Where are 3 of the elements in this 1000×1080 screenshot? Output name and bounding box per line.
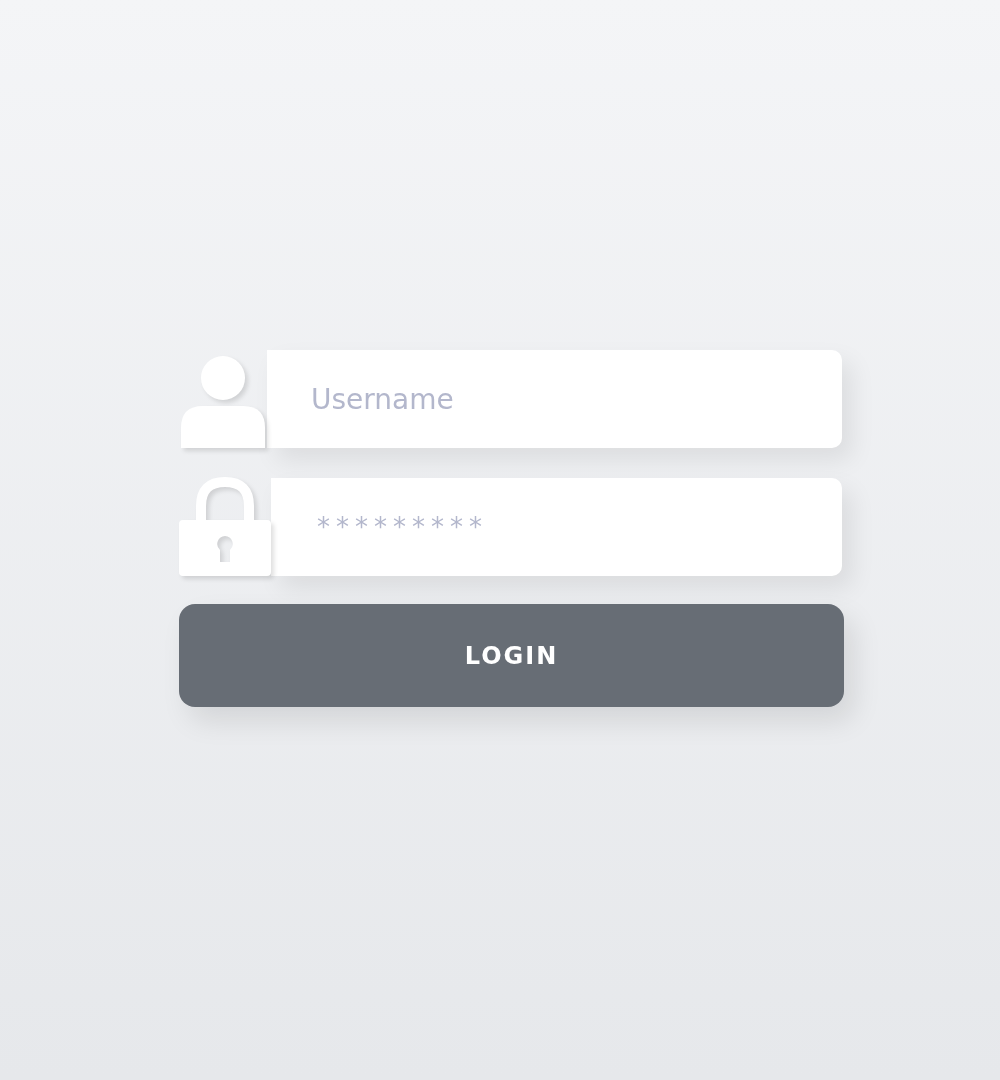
login-button[interactable]: LOGIN (179, 604, 844, 707)
lock-icon (179, 476, 271, 576)
username-field[interactable]: Username (267, 350, 842, 448)
